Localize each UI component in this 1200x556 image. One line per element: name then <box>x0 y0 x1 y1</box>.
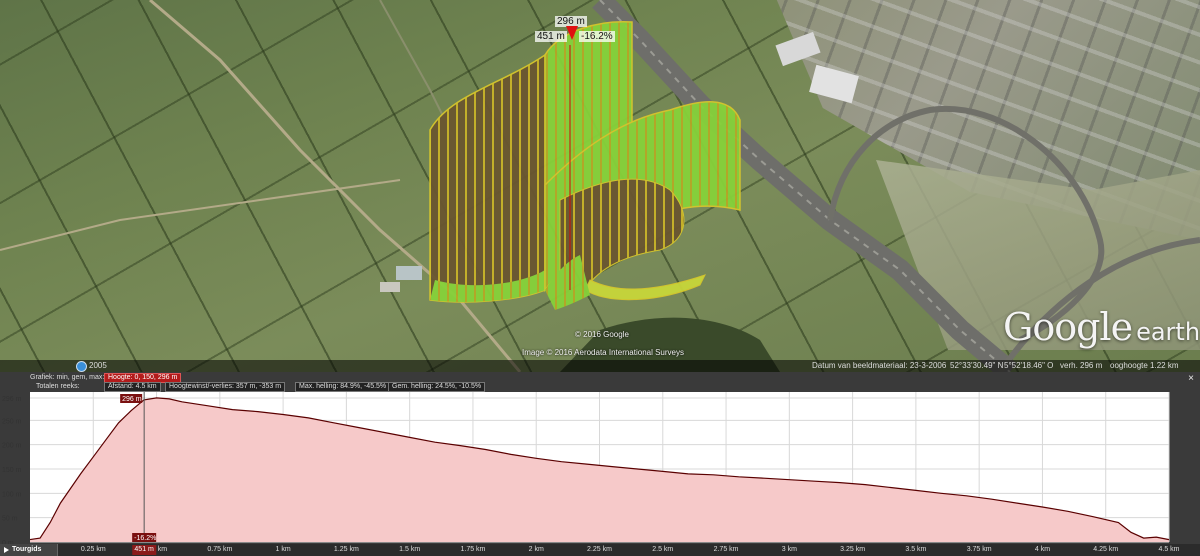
tour-guide-button[interactable]: Tourgids <box>0 544 58 556</box>
close-profile-button[interactable]: × <box>1188 373 1194 384</box>
range-label: Totalen reeks: <box>36 383 80 390</box>
x-tick-label: 3 km <box>781 546 797 553</box>
x-tick-label: 0.25 km <box>80 546 106 553</box>
imagery-credit: Image © 2016 Aerodata International Surv… <box>522 348 684 357</box>
x-tick-label: 1.75 km <box>460 546 486 553</box>
y-tick-label: 50 m <box>2 516 18 523</box>
elevation-readout: verh. 296 m <box>1060 361 1103 370</box>
max-slope-chip[interactable]: Max. helling: 84.9%, -45.5% <box>295 382 391 392</box>
latitude-readout: 52°33'30.49" N <box>950 361 1004 370</box>
elevation-gain-chip[interactable]: Hoogtewinst/-verlies: 357 m, -353 m <box>165 382 286 392</box>
graph-label: Grafiek: min, gem, max: <box>30 374 105 381</box>
imagery-date: Datum van beeldmateriaal: 23-3-2006 <box>812 361 947 370</box>
eye-altitude-readout: ooghoogte 1.22 km <box>1110 361 1179 370</box>
warehouse <box>775 31 821 67</box>
marker-slope: -16.2% <box>579 31 615 42</box>
x-tick-label: 1 km <box>275 546 291 553</box>
elevation-profile-panel: Grafiek: min, gem, max: Hoogte: 0, 150, … <box>0 372 1200 556</box>
x-tick-label: 2.75 km <box>713 546 739 553</box>
y-tick-label: 296 m <box>2 396 22 403</box>
x-axis-bar: Tourgids 0.25 km 0.5 km 0.75 km 1 km 1.25 km… <box>0 544 1200 556</box>
cursor-distance-label: 451 m <box>132 545 156 555</box>
distance-chip[interactable]: Afstand: 4.5 km <box>104 382 161 392</box>
map-viewport[interactable]: 296 m 451 m -16.2% © 2016 Google Image ©… <box>0 0 1200 372</box>
cursor-slope-label: -16.2% <box>134 535 156 542</box>
farm-building <box>396 266 422 280</box>
cursor-value-label: 296 m <box>122 396 142 403</box>
marker-arrow-icon <box>566 26 578 40</box>
x-tick-label: 2.25 km <box>587 546 612 553</box>
avg-slope-chip[interactable]: Gem. helling: 24.5%, -10.5% <box>388 382 486 392</box>
profile-position-marker: 296 m 451 m -16.2% <box>535 16 615 46</box>
historical-imagery-clock-icon[interactable] <box>76 361 87 372</box>
y-tick-label: 100 m <box>2 491 22 498</box>
play-icon <box>4 547 9 553</box>
x-tick-label: 2 km <box>528 546 544 553</box>
x-tick-label: 3.5 km <box>905 546 927 553</box>
x-tick-label: 0.75 km <box>207 546 233 553</box>
x-tick-label: 4.25 km <box>1093 546 1119 553</box>
x-tick-label: 1.25 km <box>333 546 359 553</box>
x-tick-label: 4.5 km <box>1158 546 1180 553</box>
map-copyright: © 2016 Google <box>575 330 629 339</box>
x-tick-label: 1.5 km <box>399 546 421 553</box>
x-tick-label: 3.25 km <box>840 546 866 553</box>
historical-year[interactable]: 2005 <box>89 361 107 370</box>
y-tick-label: 200 m <box>2 443 22 450</box>
y-tick-label: 150 m <box>2 467 22 474</box>
status-bar: 2005 Datum van beeldmateriaal: 23-3-2006… <box>0 360 1200 372</box>
x-tick-label: 2.5 km <box>652 546 674 553</box>
marker-distance: 451 m <box>535 31 567 42</box>
elevation-curtain <box>429 21 741 310</box>
warehouse <box>809 64 859 104</box>
profile-header: Grafiek: min, gem, max: Hoogte: 0, 150, … <box>0 372 1200 392</box>
elevation-chart[interactable]: 296 m 250 m 200 m 150 m 100 m 50 m0 m 296 m -16… <box>0 392 1200 544</box>
longitude-readout: 5°52'18.46" O <box>1004 361 1054 370</box>
x-tick-label: 4 km <box>1034 546 1051 553</box>
y-tick-label: 250 m <box>2 418 22 425</box>
google-earth-logo: Google earth <box>1003 305 1200 349</box>
elevation-chart-svg: 296 m250 m200 m150 m100 m50 m0 m296 m-16… <box>2 392 1170 544</box>
x-tick-label: 3.75 km <box>966 546 992 553</box>
